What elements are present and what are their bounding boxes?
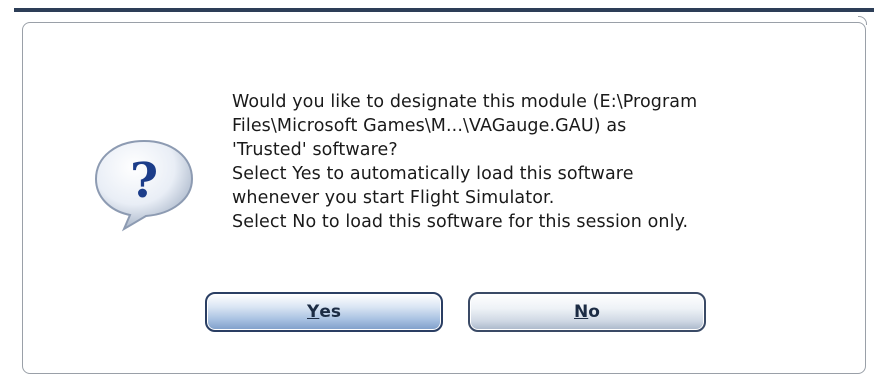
yes-accelerator: Y	[307, 302, 320, 322]
yes-label-rest: es	[319, 302, 341, 322]
yes-button[interactable]: Yes	[205, 292, 443, 332]
trusted-software-dialog: ? Would you like to designate this modul…	[0, 0, 877, 385]
panel-corner	[858, 16, 867, 25]
dialog-top-frame	[14, 8, 874, 12]
no-label-rest: o	[588, 302, 600, 322]
dialog-left-margin	[0, 0, 14, 385]
message-line: 'Trusted' software?	[232, 140, 398, 160]
message-line: whenever you start Flight Simulator.	[232, 188, 555, 208]
svg-text:?: ?	[130, 153, 158, 209]
message-line: Select Yes to automatically load this so…	[232, 164, 634, 184]
question-icon: ?	[94, 139, 194, 232]
message-line: Select No to load this software for this…	[232, 212, 689, 232]
message-line: Would you like to designate this module …	[232, 92, 698, 112]
no-button[interactable]: No	[468, 292, 706, 332]
no-accelerator: N	[574, 302, 589, 322]
message-line: Files\Microsoft Games\M...\VAGauge.GAU) …	[232, 116, 627, 136]
dialog-message: Would you like to designate this module …	[232, 90, 852, 234]
